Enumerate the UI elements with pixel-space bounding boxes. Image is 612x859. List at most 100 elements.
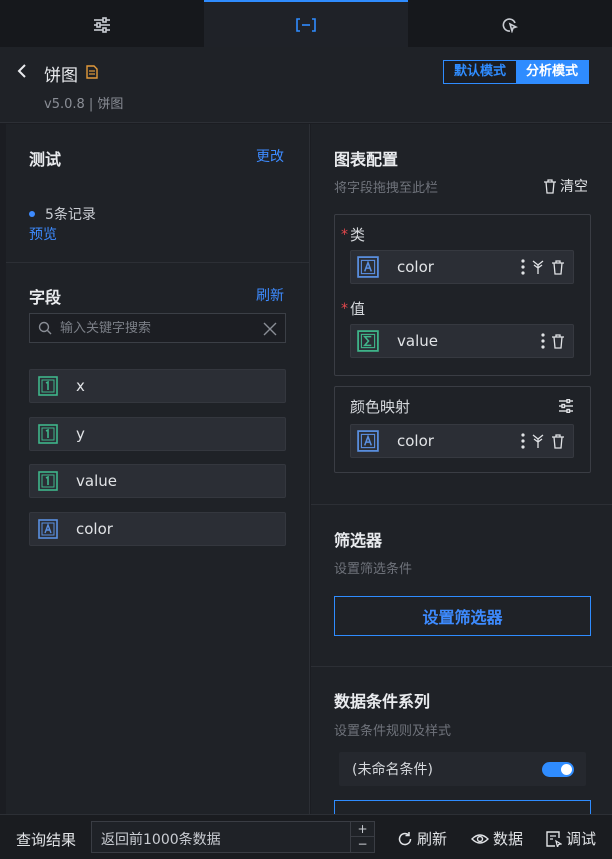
preview-link[interactable]: 预览 [29,224,57,244]
required-mark: * [341,300,348,317]
number-field-icon [38,376,58,396]
mode-switch: 默认模式 分析模式 [443,60,590,84]
condition-name: (未命名条件) [352,762,433,778]
chart-config-title: 图表配置 [334,150,399,169]
trash-icon[interactable] [551,333,565,349]
required-mark: * [341,226,348,243]
color-mapping-label: 颜色映射 [350,398,411,416]
refresh-fields-link[interactable]: 刷新 [256,285,284,305]
text-field-icon [357,256,379,278]
field-name: value [76,472,117,490]
conditions-title: 数据条件系列 [334,692,431,711]
number-field-icon [38,424,58,444]
add-condition-button[interactable] [334,800,591,814]
number-field-icon [38,471,58,491]
interaction-icon [502,17,518,33]
analysis-mode-button[interactable]: 分析模式 [516,61,589,83]
sliders-icon[interactable] [558,399,574,413]
more-icon[interactable] [521,259,525,275]
field-name: y [76,425,85,443]
trash-icon [544,178,556,194]
tab-data[interactable] [204,0,408,47]
increment-button[interactable]: + [351,822,374,837]
category-slot[interactable]: color [350,250,574,284]
query-stepper: + − [350,822,374,852]
chart-config-hint: 将字段拖拽至此栏 [334,181,439,196]
value-slot[interactable]: value [350,324,574,358]
clear-search-icon[interactable] [263,322,277,336]
section-divider [311,666,612,667]
text-field-icon [357,430,379,452]
sum-icon [357,330,379,352]
slot-field-name: color [397,432,434,450]
value-label-text: 值 [350,300,366,318]
color-slot[interactable]: color [350,424,574,458]
field-name: x [76,377,85,395]
field-item-y[interactable]: y [29,417,286,451]
debug-label: 调试 [566,830,597,848]
search-icon [38,321,52,335]
debug-icon [546,830,562,847]
query-result-label: 查询结果 [16,831,77,849]
more-icon[interactable] [541,333,545,349]
filter-hint: 设置筛选条件 [334,562,413,577]
field-drop-box: * 类 color * 值 value [334,214,591,376]
record-count: 5条记录 [29,204,96,224]
test-title: 测试 [29,150,62,169]
data-button[interactable]: 数据 [471,828,523,849]
eye-icon [471,833,489,844]
record-count-text: 5条记录 [45,207,96,223]
drill-icon[interactable] [531,433,545,449]
data-label: 数据 [493,830,524,848]
component-header: 饼图 v5.0.8 | 饼图 默认模式 分析模式 [0,47,612,123]
value-label: * 值 [341,298,365,319]
decrement-button[interactable]: − [351,837,374,852]
set-filter-button[interactable]: 设置筛选器 [334,596,591,636]
field-search-input[interactable] [60,320,260,336]
more-icon[interactable] [521,433,525,449]
field-name: color [76,520,113,538]
conditions-hint: 设置条件规则及样式 [334,724,452,739]
default-mode-button[interactable]: 默认模式 [444,61,517,83]
change-link[interactable]: 更改 [256,146,284,166]
query-limit-input[interactable]: 返回前1000条数据 + − [91,821,375,853]
slot-actions [541,333,565,349]
category-label: * 类 [341,224,365,245]
data-bracket-icon [296,17,316,32]
condition-toggle[interactable] [542,762,574,777]
section-divider [311,504,612,505]
trash-icon[interactable] [551,259,565,275]
component-version: v5.0.8 | 饼图 [44,97,124,112]
left-panel: 测试 更改 5条记录 预览 字段 刷新 x y [6,124,310,814]
refresh-label: 刷新 [417,830,448,848]
slot-field-name: color [397,258,434,276]
field-item-x[interactable]: x [29,369,286,403]
section-divider [6,262,310,263]
top-tab-bar [0,0,612,47]
condition-item[interactable]: (未命名条件) [339,752,586,786]
field-item-color[interactable]: color [29,512,286,546]
refresh-icon [398,831,412,845]
query-bar: 查询结果 返回前1000条数据 + − 刷新 数据 调试 [0,814,612,859]
sliders-icon [94,16,110,33]
text-field-icon [38,519,58,539]
query-limit-value: 返回前1000条数据 [101,832,221,848]
refresh-button[interactable]: 刷新 [397,828,447,849]
slot-actions [521,433,565,449]
tab-interaction[interactable] [408,0,612,47]
document-icon[interactable] [86,65,98,79]
fields-title: 字段 [29,288,62,307]
slot-field-name: value [397,332,438,350]
field-item-value[interactable]: value [29,464,286,498]
debug-button[interactable]: 调试 [546,828,596,849]
tab-style[interactable] [0,0,204,47]
category-label-text: 类 [350,226,366,244]
right-panel: 图表配置 将字段拖拽至此栏 清空 * 类 color * 值 value 颜色映… [311,124,612,814]
status-dot [29,211,35,217]
drill-icon[interactable] [531,259,545,275]
back-arrow-icon[interactable] [14,63,30,79]
trash-icon[interactable] [551,433,565,449]
clear-button[interactable]: 清空 [543,176,588,196]
filter-title: 筛选器 [334,531,383,550]
component-title: 饼图 [44,66,78,86]
